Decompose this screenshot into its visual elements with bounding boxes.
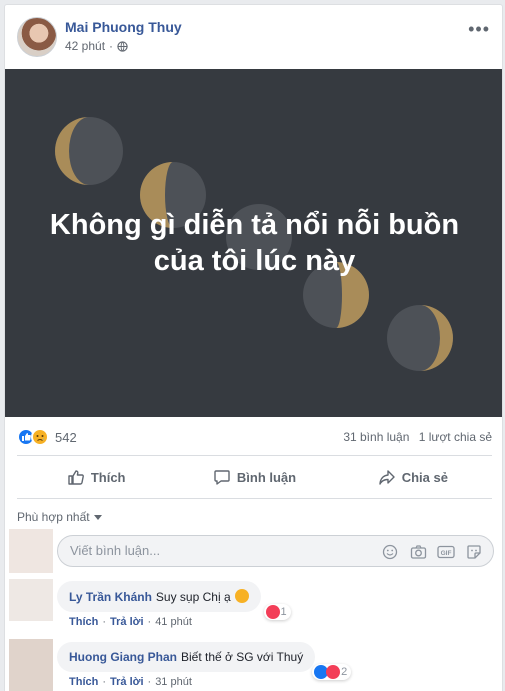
comment-button[interactable]: Bình luận — [175, 456, 333, 498]
comment-reaction-count: 2 — [341, 666, 348, 678]
comment-text: Biết thế ở SG với Thuý — [181, 650, 304, 664]
svg-text:GIF: GIF — [441, 550, 452, 557]
comment-sort-dropdown[interactable]: Phù hợp nhất — [17, 510, 102, 524]
comment-input[interactable] — [70, 543, 370, 558]
comment-bubble: Huong Giang Phan Biết thế ở SG với Thuý 2 — [57, 642, 352, 680]
commenter-avatar[interactable] — [9, 639, 53, 691]
globe-icon[interactable] — [117, 40, 128, 52]
commenter-name[interactable]: Huong Giang Phan — [69, 650, 177, 664]
comment-reactions[interactable]: 1 — [263, 604, 291, 620]
comment-composer[interactable]: GIF — [57, 535, 494, 567]
composer-icons: GIF — [381, 543, 483, 561]
camera-icon[interactable] — [409, 543, 427, 561]
love-reaction-icon — [326, 665, 341, 679]
reactions-summary[interactable]: 542 — [17, 428, 77, 446]
comment-count[interactable]: 31 bình luận — [343, 430, 409, 444]
comment-text: Suy sụp Chị ạ — [155, 590, 231, 604]
post-card: Mai Phuong Thuy 42 phút · ••• Không gì d… — [4, 4, 503, 691]
comment-reply-link[interactable]: Trả lời — [110, 676, 144, 688]
cover-caption: Không gì diễn tả nổi nỗi buồn của tôi lú… — [5, 207, 502, 279]
disappointed-emoji-icon — [234, 589, 249, 603]
cover-caption-line-1: Không gì diễn tả nổi nỗi buồn — [49, 209, 460, 241]
comment-like-link[interactable]: Thích — [69, 676, 98, 688]
post-stats: 542 31 bình luận 1 lượt chia sẻ — [5, 425, 502, 449]
more-options-icon[interactable]: ••• — [468, 19, 490, 40]
comment-item: Huong Giang Phan Biết thế ở SG với Thuý 2… — [57, 642, 352, 688]
post-time[interactable]: 42 phút — [65, 39, 105, 53]
comment-reply-link[interactable]: Trả lời — [110, 616, 144, 628]
current-user-avatar[interactable] — [9, 529, 53, 573]
share-button-label: Chia sẻ — [401, 469, 448, 485]
comment-actions: Thích · Trả lời · 41 phút — [69, 616, 192, 628]
emoji-icon[interactable] — [381, 543, 399, 561]
sticker-icon[interactable] — [465, 543, 483, 561]
comments-shares-count: 31 bình luận 1 lượt chia sẻ — [343, 430, 492, 444]
comment-button-label: Bình luận — [236, 469, 297, 485]
share-button[interactable]: Chia sẻ — [334, 456, 492, 498]
comment-actions: Thích · Trả lời · 31 phút — [69, 676, 192, 688]
post-meta: 42 phút · — [65, 39, 128, 53]
comment-bubble: Ly Trần Khánh Suy sụp Chị ạ 1 — [57, 581, 291, 620]
sad-reaction-icon — [31, 428, 49, 446]
comment-like-link[interactable]: Thích — [69, 616, 98, 628]
gif-icon[interactable]: GIF — [437, 543, 455, 561]
post-actions-bar: Thích Bình luận Chia sẻ — [17, 455, 492, 499]
chevron-down-icon — [93, 514, 102, 520]
cover-caption-line-2: của tôi lúc này — [153, 245, 356, 277]
share-count[interactable]: 1 lượt chia sẻ — [419, 430, 492, 444]
comment-item: Ly Trần Khánh Suy sụp Chị ạ 1 Thích · Trả l… — [57, 581, 291, 628]
comment-time[interactable]: 31 phút — [155, 676, 192, 688]
comment-reactions[interactable]: 2 — [312, 664, 352, 680]
like-button[interactable]: Thích — [17, 456, 175, 498]
commenter-name[interactable]: Ly Trần Khánh — [69, 590, 152, 604]
commenter-avatar[interactable] — [9, 579, 53, 621]
share-arrow-icon — [378, 470, 395, 485]
thumbs-up-icon — [68, 470, 84, 485]
reaction-count[interactable]: 542 — [55, 430, 77, 445]
like-button-label: Thích — [90, 469, 126, 485]
post-header: Mai Phuong Thuy 42 phút · ••• — [5, 5, 502, 69]
love-reaction-icon — [265, 605, 280, 619]
author-avatar[interactable] — [17, 17, 57, 57]
comment-time[interactable]: 41 phút — [155, 616, 192, 628]
author-name[interactable]: Mai Phuong Thuy — [65, 19, 182, 35]
comment-icon — [214, 470, 230, 485]
post-cover-image[interactable]: Không gì diễn tả nổi nỗi buồn của tôi lú… — [5, 69, 502, 417]
sort-label: Phù hợp nhất — [17, 510, 90, 524]
comment-reaction-count: 1 — [280, 606, 287, 618]
